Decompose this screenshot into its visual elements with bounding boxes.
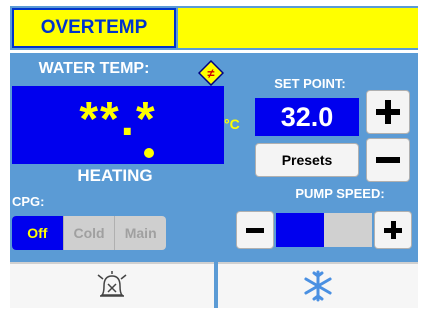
hint-icon[interactable]: ≠ [198,60,224,86]
cpg-cold-button[interactable]: Cold [64,216,116,250]
set-point-label: SET POINT: [274,76,346,91]
presets-button[interactable]: Presets [255,143,359,177]
pump-speed-increase-button[interactable] [374,211,412,249]
set-point-decrease-button[interactable] [366,138,410,182]
alarm-label: OVERTEMP [40,17,148,38]
alarm-silence-icon [97,271,127,297]
decimal-indicator [144,148,154,158]
pump-speed-decrease-button[interactable] [236,211,274,249]
pump-speed-label: PUMP SPEED: [295,186,385,201]
svg-text:≠: ≠ [207,66,214,81]
control-panel: OVERTEMP WATER TEMP: ≠ **.* °C HEATING S… [10,6,418,308]
minus-icon [376,157,400,163]
pump-speed-bar[interactable] [276,213,372,247]
water-temp-value: **.* [79,93,157,146]
snowflake-icon [304,270,332,302]
set-point-value: 32.0 [255,98,359,136]
cpg-selector: Off Cold Main [12,216,166,250]
alarm-banner [178,8,418,48]
cool-button[interactable] [218,262,418,308]
presets-label: Presets [281,152,333,168]
water-temp-label: WATER TEMP: [38,60,150,77]
water-temp-display: **.* [12,86,224,164]
alarm-status-tab[interactable]: OVERTEMP [12,8,176,48]
minus-icon [246,228,264,233]
alarm-silence-button[interactable] [10,262,214,308]
cpg-off-button[interactable]: Off [12,216,64,250]
pump-speed-fill [276,213,324,247]
temp-unit: °C [224,116,240,132]
plus-icon [384,221,402,239]
heater-status: HEATING [77,166,153,185]
cpg-label: CPG: [12,194,45,209]
cpg-main-button[interactable]: Main [115,216,166,250]
plus-icon [376,100,400,124]
set-point-increase-button[interactable] [366,90,410,134]
header-divider [10,50,418,53]
